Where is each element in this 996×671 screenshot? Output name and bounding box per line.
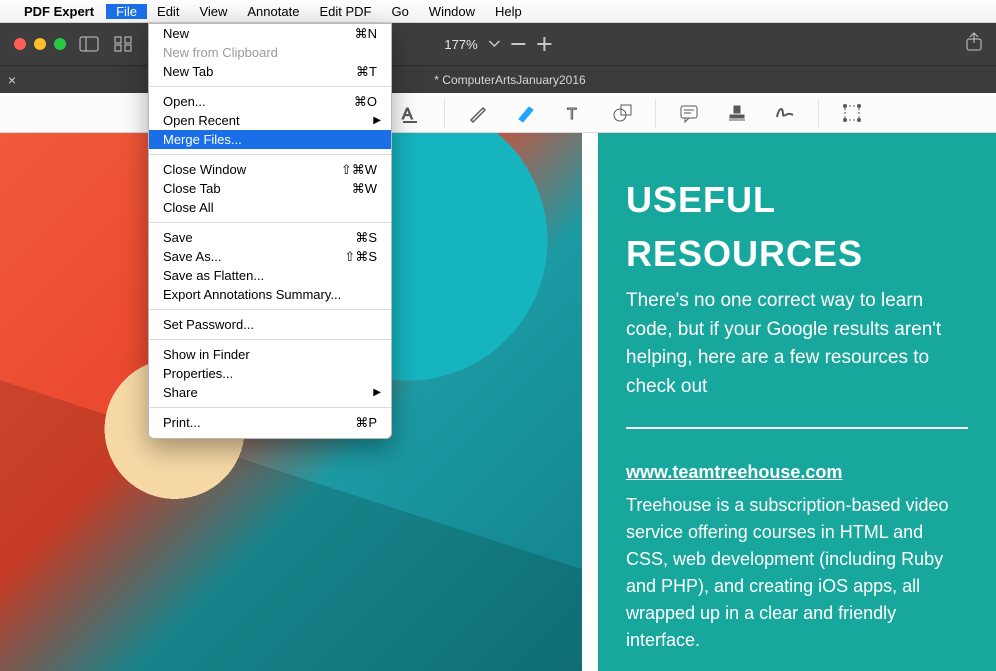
menu-item-set-password[interactable]: Set Password... — [149, 315, 391, 334]
minimize-window-icon[interactable] — [34, 38, 46, 50]
menu-item-close-window[interactable]: Close Window⇧⌘W — [149, 160, 391, 179]
menu-item-share[interactable]: Share▶ — [149, 383, 391, 402]
menu-item-merge-files[interactable]: Merge Files... — [149, 130, 391, 149]
file-menu-dropdown: New⌘NNew from ClipboardNew Tab⌘T Open...⌘… — [148, 23, 392, 439]
fullscreen-window-icon[interactable] — [54, 38, 66, 50]
text-style-icon[interactable]: A — [400, 102, 422, 124]
menu-separator — [149, 407, 391, 408]
text-tool-icon[interactable]: T — [563, 102, 585, 124]
app-name[interactable]: PDF Expert — [24, 4, 94, 19]
menu-help[interactable]: Help — [485, 4, 532, 19]
menu-item-save-as[interactable]: Save As...⇧⌘S — [149, 247, 391, 266]
menu-edit-pdf[interactable]: Edit PDF — [309, 4, 381, 19]
menu-item-open[interactable]: Open...⌘O — [149, 92, 391, 111]
divider — [626, 427, 968, 429]
highlighter-icon[interactable] — [515, 102, 537, 124]
menu-separator — [149, 154, 391, 155]
menu-item-new[interactable]: New⌘N — [149, 24, 391, 43]
mac-menubar: PDF Expert FileEditViewAnnotateEdit PDFG… — [0, 0, 996, 23]
menu-separator — [149, 339, 391, 340]
menu-item-close-all[interactable]: Close All — [149, 198, 391, 217]
shape-icon[interactable] — [611, 102, 633, 124]
menu-separator — [149, 309, 391, 310]
menu-item-print[interactable]: Print...⌘P — [149, 413, 391, 432]
menu-item-new-tab[interactable]: New Tab⌘T — [149, 62, 391, 81]
menu-file[interactable]: File — [106, 4, 147, 19]
thumbnails-icon[interactable] — [112, 33, 134, 55]
sidebar-toggle-icon[interactable] — [78, 33, 100, 55]
note-icon[interactable] — [678, 102, 700, 124]
menu-separator — [149, 222, 391, 223]
zoom-out-icon[interactable] — [512, 37, 526, 51]
menu-item-save[interactable]: Save⌘S — [149, 228, 391, 247]
resource-link-1[interactable]: www.teamtreehouse.com — [626, 459, 968, 486]
doc-heading: USEFUL RESOURCES — [626, 173, 968, 281]
page-right-content: USEFUL RESOURCES There's no one correct … — [598, 133, 996, 671]
select-icon[interactable] — [841, 102, 863, 124]
pen-icon[interactable] — [467, 102, 489, 124]
svg-text:T: T — [567, 106, 577, 123]
menu-item-show-in-finder[interactable]: Show in Finder — [149, 345, 391, 364]
menu-window[interactable]: Window — [419, 4, 485, 19]
doc-intro: There's no one correct way to learn code… — [626, 287, 968, 401]
close-window-icon[interactable] — [14, 38, 26, 50]
menu-item-export-annotations-summary[interactable]: Export Annotations Summary... — [149, 285, 391, 304]
resource-text-1: Treehouse is a subscription-based video … — [626, 492, 968, 654]
menu-item-close-tab[interactable]: Close Tab⌘W — [149, 179, 391, 198]
menu-item-open-recent[interactable]: Open Recent▶ — [149, 111, 391, 130]
zoom-level[interactable]: 177% — [444, 37, 477, 52]
zoom-dropdown-icon[interactable] — [490, 41, 500, 47]
zoom-in-icon[interactable] — [538, 37, 552, 51]
menu-item-save-as-flatten[interactable]: Save as Flatten... — [149, 266, 391, 285]
close-tab-icon[interactable]: × — [0, 72, 24, 88]
stamp-icon[interactable] — [726, 102, 748, 124]
menu-item-properties[interactable]: Properties... — [149, 364, 391, 383]
menu-annotate[interactable]: Annotate — [237, 4, 309, 19]
svg-text:A: A — [402, 106, 413, 123]
menu-item-new-from-clipboard: New from Clipboard — [149, 43, 391, 62]
share-icon[interactable] — [966, 33, 982, 54]
menu-separator — [149, 86, 391, 87]
menu-view[interactable]: View — [189, 4, 237, 19]
window-controls — [0, 38, 66, 50]
menu-edit[interactable]: Edit — [147, 4, 189, 19]
menu-go[interactable]: Go — [381, 4, 418, 19]
signature-icon[interactable] — [774, 102, 796, 124]
